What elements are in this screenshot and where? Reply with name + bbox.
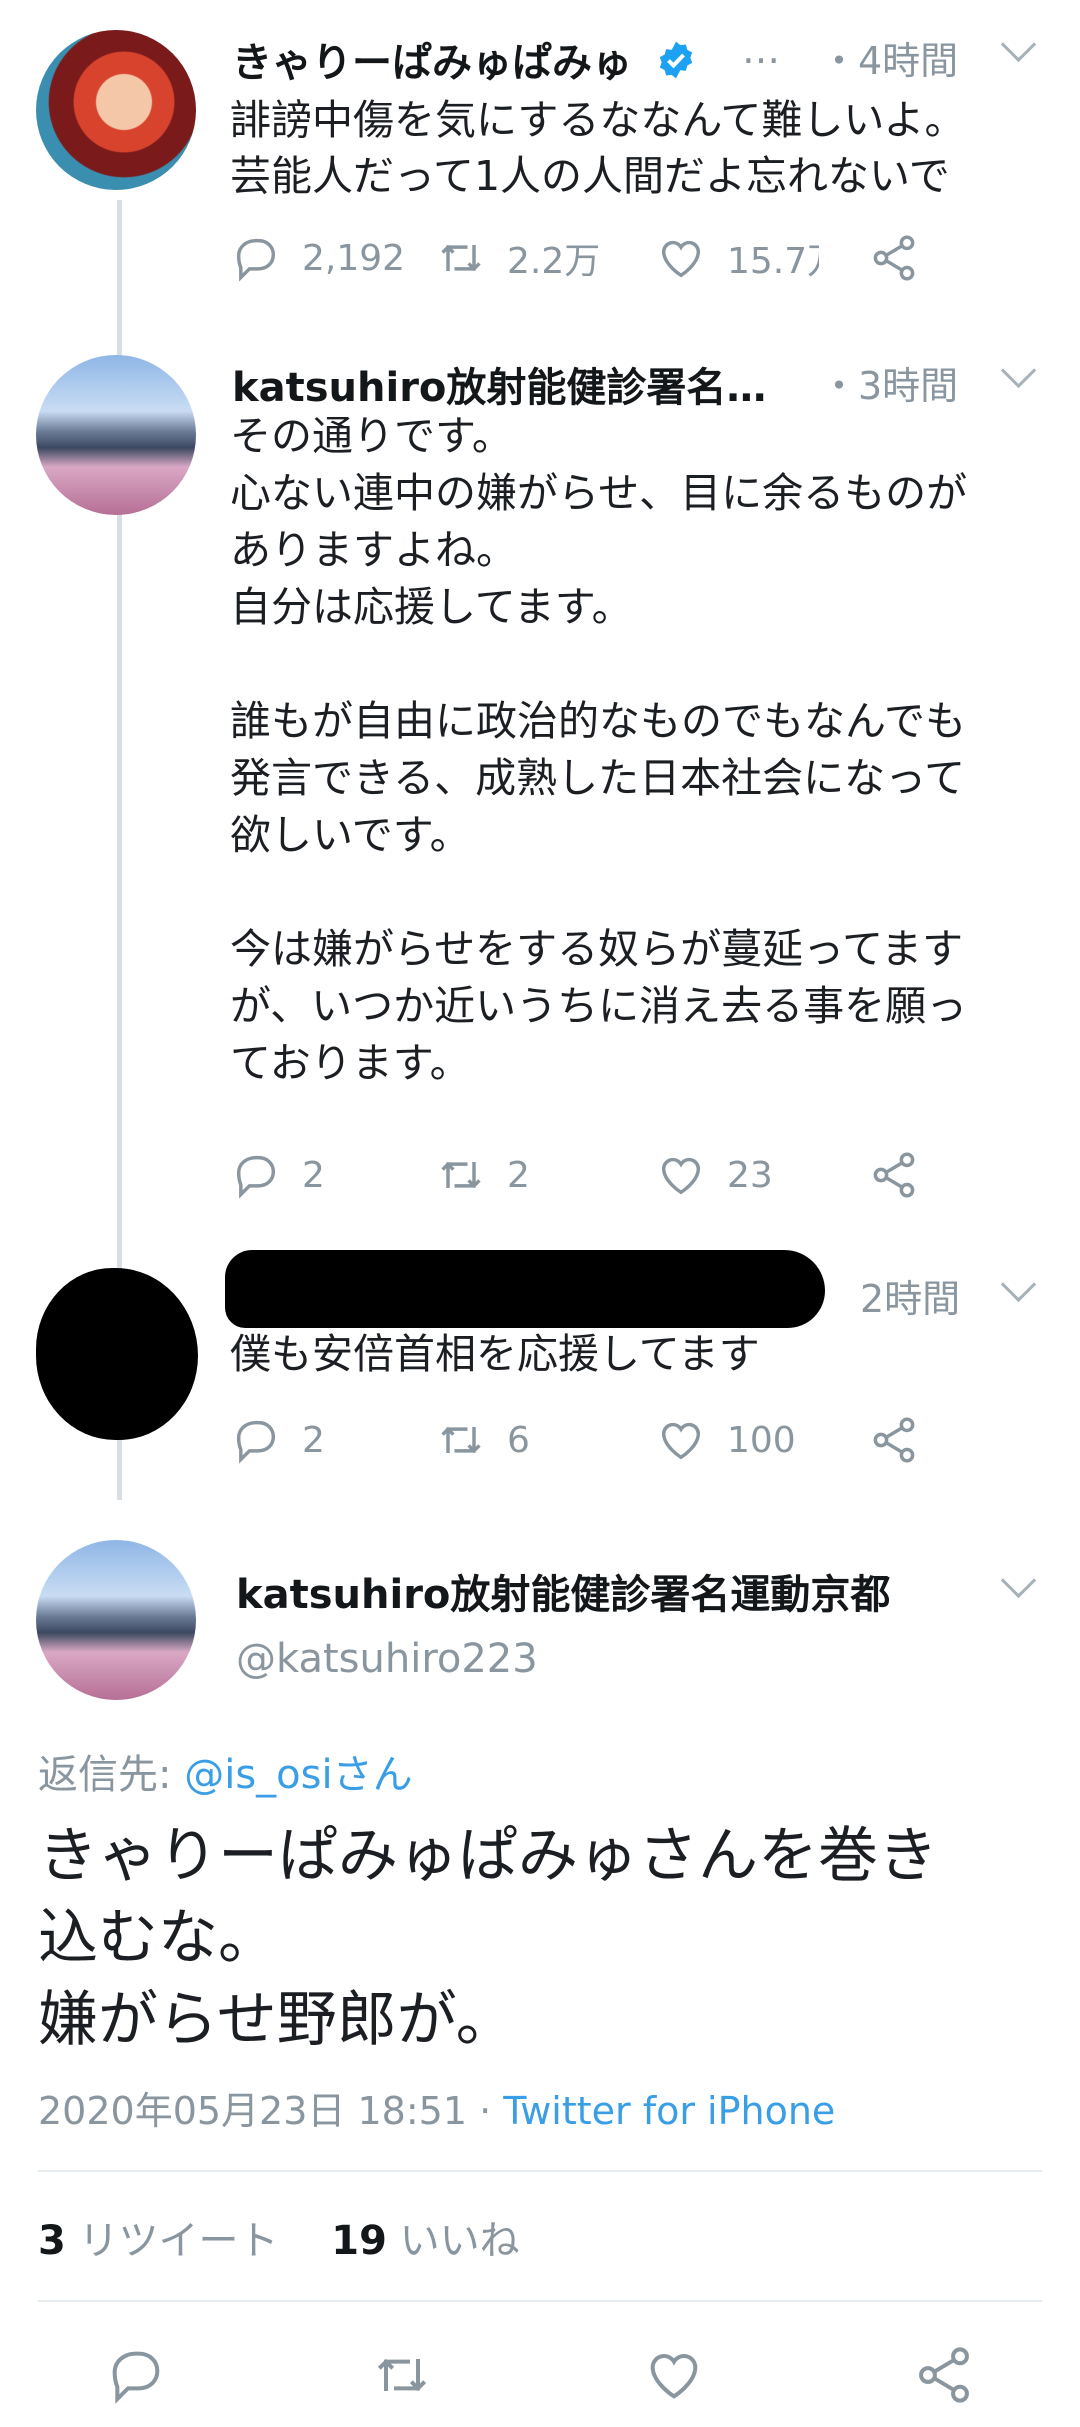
retweet-icon xyxy=(441,244,481,272)
divider xyxy=(38,2300,1042,2302)
share-button[interactable] xyxy=(912,2335,996,2415)
tweet-time: 2時間 xyxy=(860,1277,961,1321)
reply-icon xyxy=(236,1420,276,1464)
like-button[interactable]: 100 xyxy=(655,1410,796,1470)
avatar-redacted[interactable] xyxy=(36,1268,198,1440)
tweet-actions: 2 6 100 xyxy=(230,1410,1050,1470)
tweet-text: その通りです。 心ない連中の嫌がらせ、目に余るものが ありますよね。 自分は応援… xyxy=(230,412,968,1087)
like-button[interactable] xyxy=(642,2335,726,2415)
tweet-actions: 2,192 2.2万 15.7万 xyxy=(230,228,1050,288)
retweet-count: 6 xyxy=(507,1419,530,1461)
like-button[interactable]: 23 xyxy=(655,1145,773,1205)
heart-icon xyxy=(661,240,701,278)
author-handle[interactable]: @katsuhiro223 xyxy=(236,1636,538,1682)
like-count: 23 xyxy=(727,1154,773,1196)
reply-to-handle[interactable]: @is_osi xyxy=(184,1752,332,1798)
reply-count: 2 xyxy=(302,1419,325,1461)
tweet-meta: 2020年05月23日 18:51 · Twitter for iPhone xyxy=(38,2089,836,2133)
reply-to: 返信先: @is_osiさん xyxy=(38,1752,413,1798)
retweet-button[interactable] xyxy=(370,2335,454,2415)
retweet-icon xyxy=(441,1161,481,1189)
author-name[interactable]: katsuhiro放射能健診署名運動京都 xyxy=(236,1562,890,1620)
chevron-down-icon[interactable] xyxy=(1000,1562,1037,1599)
author-name[interactable]: katsuhiro放射能健診署名… xyxy=(232,355,792,413)
retweet-button[interactable]: 2 xyxy=(435,1145,530,1205)
avatar-kyary[interactable] xyxy=(36,30,196,190)
retweet-count: 2.2万 xyxy=(507,241,601,282)
reply-button[interactable]: 2 xyxy=(230,1410,325,1470)
like-count: 100 xyxy=(727,1419,796,1461)
share-icon xyxy=(873,1152,915,1198)
verified-icon xyxy=(656,40,696,90)
share-icon xyxy=(873,1417,915,1463)
share-icon xyxy=(919,2347,969,2403)
more-icon[interactable]: … xyxy=(742,28,780,72)
share-button[interactable] xyxy=(868,1410,940,1470)
tweet-text: 僕も安倍首相を応援してます xyxy=(230,1330,760,1378)
client-link[interactable]: Twitter for iPhone xyxy=(503,2089,835,2133)
like-button[interactable]: 15.7万 xyxy=(655,228,819,288)
tweet-time: ・4時間 xyxy=(820,39,959,83)
divider xyxy=(38,2170,1042,2172)
tweet-actions: 2 2 23 xyxy=(230,1145,1050,1205)
avatar-katsuhiro[interactable] xyxy=(36,1540,196,1700)
like-count: 15.7万 xyxy=(727,241,819,282)
tweet-text: 誹謗中傷を気にするななんて難しいよ。 芸能人だって1人の人間だよ忘れないで xyxy=(230,96,966,200)
share-icon xyxy=(873,235,915,281)
main-actions xyxy=(0,2335,1080,2415)
retweet-icon xyxy=(441,1426,481,1454)
retweet-count: 2 xyxy=(507,1154,530,1196)
engagement-stats: 3 リツイート 19 いいね xyxy=(38,2208,520,2266)
heart-icon xyxy=(661,1157,701,1195)
share-button[interactable] xyxy=(868,228,940,288)
chevron-down-icon[interactable] xyxy=(1000,1266,1037,1303)
heart-icon xyxy=(650,2354,698,2399)
share-button[interactable] xyxy=(868,1145,940,1205)
chevron-down-icon[interactable] xyxy=(1000,352,1037,389)
reply-icon xyxy=(236,238,276,282)
retweet-stat[interactable]: 3 リツイート xyxy=(38,2218,279,2264)
retweet-icon xyxy=(377,2358,427,2392)
reply-button[interactable]: 2,192 xyxy=(230,228,405,288)
chevron-down-icon[interactable] xyxy=(1000,26,1037,63)
reply-button[interactable]: 2 xyxy=(230,1145,325,1205)
tweet-time: ・3時間 xyxy=(820,364,959,408)
reply-icon xyxy=(236,1155,276,1199)
reply-count: 2,192 xyxy=(302,237,406,279)
reply-count: 2 xyxy=(302,1154,325,1196)
retweet-button[interactable]: 6 xyxy=(435,1410,530,1470)
heart-icon xyxy=(661,1422,701,1460)
redaction-mark xyxy=(225,1250,825,1328)
timestamp: 2020年05月23日 18:51 xyxy=(38,2089,468,2133)
main-tweet-text: きゃりーぱみゅぱみゅさんを巻き 込むな。 嫌がらせ野郎が。 xyxy=(38,1821,938,2055)
retweet-button[interactable]: 2.2万 xyxy=(435,228,600,288)
like-stat[interactable]: 19 いいね xyxy=(331,2218,519,2264)
reply-icon xyxy=(112,2351,160,2404)
avatar-katsuhiro[interactable] xyxy=(36,355,196,515)
author-name[interactable]: きゃりーぱみゅぱみゅ xyxy=(232,30,696,90)
reply-button[interactable] xyxy=(104,2335,188,2415)
